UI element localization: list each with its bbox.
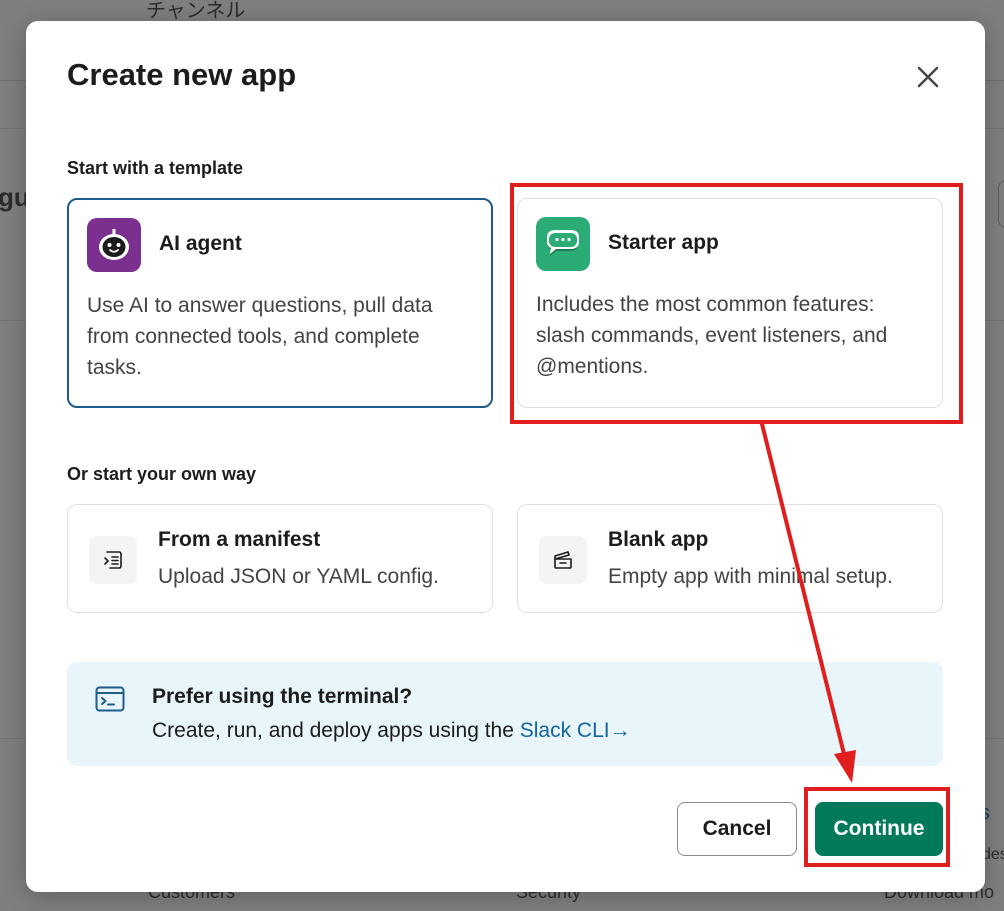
- terminal-icon: [95, 686, 125, 712]
- robot-icon: [87, 218, 141, 272]
- chat-bubble-icon: [536, 217, 590, 271]
- close-button[interactable]: [912, 61, 944, 93]
- option-description: Empty app with minimal setup.: [608, 565, 893, 588]
- option-card-from-manifest[interactable]: From a manifest Upload JSON or YAML conf…: [67, 504, 493, 613]
- option-card-blank-app[interactable]: Blank app Empty app with minimal setup.: [517, 504, 943, 613]
- own-way-section-label: Or start your own way: [67, 464, 257, 484]
- cancel-button[interactable]: Cancel: [677, 802, 797, 856]
- background-right-text: des: [982, 846, 1004, 863]
- arrow-right-icon: →: [609, 719, 631, 742]
- option-title: Blank app: [608, 528, 709, 551]
- terminal-description-text: Create, run, and deploy apps using the: [152, 719, 520, 742]
- option-title: From a manifest: [158, 528, 321, 551]
- option-description: Upload JSON or YAML config.: [158, 565, 439, 588]
- continue-button[interactable]: Continue: [815, 802, 943, 856]
- template-card-starter-app[interactable]: Starter app Includes the most common fea…: [517, 198, 943, 408]
- card-title: Starter app: [608, 231, 719, 254]
- background-right-box: [998, 180, 1004, 228]
- card-description: Includes the most common features: slash…: [536, 293, 888, 378]
- slack-cli-link-text: Slack CLI: [519, 719, 610, 742]
- terminal-title: Prefer using the terminal?: [152, 685, 413, 708]
- manifest-icon: [89, 536, 137, 584]
- close-icon: [917, 66, 939, 88]
- blank-app-icon: [539, 536, 587, 584]
- terminal-callout: Prefer using the terminal? Create, run, …: [67, 662, 943, 766]
- slack-cli-link[interactable]: Slack CLI→: [520, 719, 631, 742]
- background-channel-text: チャンネル: [146, 0, 246, 22]
- terminal-description: Create, run, and deploy apps using the S…: [152, 719, 631, 743]
- card-description: Use AI to answer questions, pull data fr…: [87, 294, 433, 379]
- modal-title: Create new app: [67, 57, 297, 92]
- card-title: AI agent: [159, 232, 242, 255]
- template-section-label: Start with a template: [67, 158, 244, 178]
- template-card-ai-agent[interactable]: AI agent Use AI to answer questions, pul…: [67, 198, 493, 408]
- create-app-modal: Create new app Start with a template AI …: [26, 21, 985, 892]
